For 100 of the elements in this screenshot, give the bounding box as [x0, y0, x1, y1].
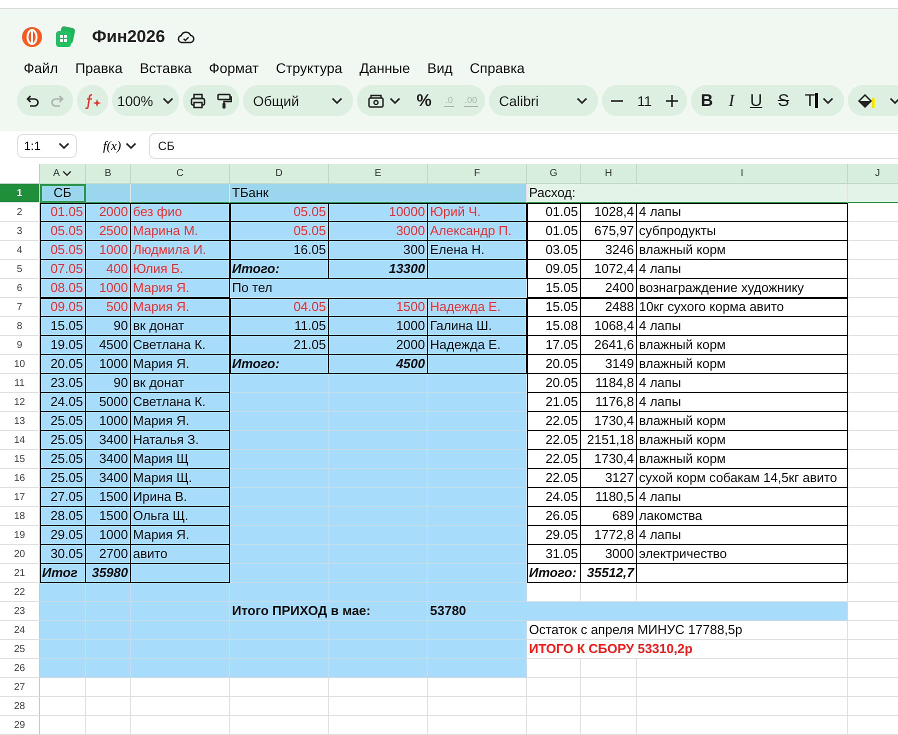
- cell-text: 1180,5: [595, 490, 634, 504]
- menu-item[interactable]: Файл: [15, 56, 67, 80]
- row-header[interactable]: 7: [0, 298, 40, 317]
- menu-item[interactable]: Структура: [267, 56, 351, 80]
- column-header[interactable]: A: [40, 164, 86, 184]
- spreadsheet-app-icon: [54, 26, 76, 48]
- row-header[interactable]: 4: [0, 241, 40, 260]
- row-header[interactable]: 14: [0, 431, 40, 450]
- table-cell: [40, 678, 86, 697]
- column-header[interactable]: F: [428, 164, 527, 184]
- strikethrough-button[interactable]: S: [774, 86, 794, 114]
- row-header[interactable]: 10: [0, 355, 40, 374]
- row-header[interactable]: 1: [0, 184, 40, 203]
- row-header[interactable]: 27: [0, 678, 40, 697]
- column-header[interactable]: G: [527, 164, 581, 184]
- cell-text: Мария Щ: [133, 452, 189, 466]
- row-header[interactable]: 29: [0, 716, 40, 735]
- menu-item[interactable]: Вставка: [131, 56, 200, 80]
- function-dropdown[interactable]: f(x): [89, 138, 138, 154]
- cell-text: 4 лапы: [639, 205, 682, 219]
- row-header[interactable]: 18: [0, 507, 40, 526]
- printer-icon: [189, 92, 207, 110]
- italic-button[interactable]: I: [724, 86, 738, 114]
- menu-item[interactable]: Вид: [418, 56, 462, 80]
- underline-button[interactable]: U: [746, 86, 766, 114]
- row-header[interactable]: 26: [0, 659, 40, 678]
- cell-text: 07.05: [50, 262, 83, 276]
- cell-reference-dropdown[interactable]: 1:1: [17, 134, 77, 158]
- cell-text: 3149: [605, 357, 634, 371]
- cell-text: 1500: [99, 490, 128, 504]
- font-size-field[interactable]: 11: [633, 92, 656, 108]
- column-header[interactable]: C: [131, 164, 230, 184]
- table-cell: [527, 716, 581, 735]
- row-header[interactable]: 12: [0, 393, 40, 412]
- chevron-down-icon: [888, 96, 898, 104]
- cell-text: 19.05: [50, 338, 83, 352]
- paint-roller-icon: [215, 92, 233, 110]
- menu-item[interactable]: Справка: [461, 56, 534, 80]
- cell-text: 13300: [388, 262, 425, 276]
- row-header[interactable]: 22: [0, 583, 40, 602]
- row-header[interactable]: 28: [0, 697, 40, 716]
- zoom-dropdown[interactable]: 100%: [112, 85, 179, 116]
- cell-text: 3400: [99, 433, 128, 447]
- row-header[interactable]: 20: [0, 545, 40, 564]
- row-header[interactable]: 25: [0, 640, 40, 659]
- percent-button[interactable]: %: [414, 86, 435, 114]
- cell-text: 400: [106, 262, 128, 276]
- column-header[interactable]: E: [329, 164, 428, 184]
- menu-item[interactable]: Правка: [66, 56, 132, 80]
- row-header[interactable]: 5: [0, 260, 40, 279]
- row-header[interactable]: 6: [0, 279, 40, 298]
- menu-item[interactable]: Данные: [350, 56, 419, 80]
- row-header[interactable]: 9: [0, 336, 40, 355]
- cell-text: Светлана К.: [133, 338, 206, 352]
- table-cell: [527, 678, 581, 697]
- row-header[interactable]: 23: [0, 602, 40, 621]
- cell-text: 15.05: [545, 281, 578, 295]
- cell-text: 35512,7: [587, 566, 634, 580]
- row-header[interactable]: 11: [0, 374, 40, 393]
- row-header[interactable]: 21: [0, 564, 40, 583]
- column-header[interactable]: H: [581, 164, 637, 184]
- function-button[interactable]: [77, 85, 108, 116]
- column-header[interactable]: D: [230, 164, 329, 184]
- row-header[interactable]: 13: [0, 412, 40, 431]
- plus-icon: [664, 94, 679, 108]
- font-dropdown[interactable]: Calibri: [489, 85, 598, 116]
- cell-text: 3400: [99, 452, 128, 466]
- row-header[interactable]: 17: [0, 488, 40, 507]
- number-format-dropdown[interactable]: Общий: [243, 85, 353, 116]
- cell-text: 04.05: [293, 300, 326, 314]
- cell-text: 1500: [396, 300, 425, 314]
- cell-text: 24.05: [50, 395, 83, 409]
- cell-text: 20.05: [545, 357, 578, 371]
- formula-input-field[interactable]: СБ: [149, 133, 898, 159]
- cell-text: ТБанк: [232, 186, 269, 200]
- row-header[interactable]: 19: [0, 526, 40, 545]
- cell-text: Юрий Ч.: [430, 205, 481, 219]
- cell-text: Мария Я.: [133, 357, 190, 371]
- cell-text: 5000: [99, 395, 128, 409]
- row-header[interactable]: 15: [0, 450, 40, 469]
- column-header[interactable]: B: [86, 164, 131, 184]
- column-header[interactable]: I: [637, 164, 848, 184]
- cell-text: Мария Я.: [133, 281, 190, 295]
- cell-text: влажный корм: [639, 338, 726, 352]
- row-header[interactable]: 2: [0, 203, 40, 222]
- row-header[interactable]: 8: [0, 317, 40, 336]
- cell-text: 1500: [99, 509, 128, 523]
- text-color-button[interactable]: T: [800, 86, 838, 114]
- row-header[interactable]: 3: [0, 222, 40, 241]
- bold-button[interactable]: B: [696, 86, 718, 114]
- fill-color-button[interactable]: [848, 85, 898, 116]
- row-header[interactable]: 16: [0, 469, 40, 488]
- row-header[interactable]: 24: [0, 621, 40, 640]
- cell-text: 1028,4: [594, 205, 634, 219]
- cell-text: 1176,8: [595, 395, 634, 409]
- column-header[interactable]: J: [848, 164, 898, 184]
- cell-text: 3000: [396, 224, 425, 238]
- menu-item[interactable]: Формат: [200, 56, 268, 80]
- cell-text: Мария Я.: [133, 300, 190, 314]
- cell-text: 08.05: [50, 281, 83, 295]
